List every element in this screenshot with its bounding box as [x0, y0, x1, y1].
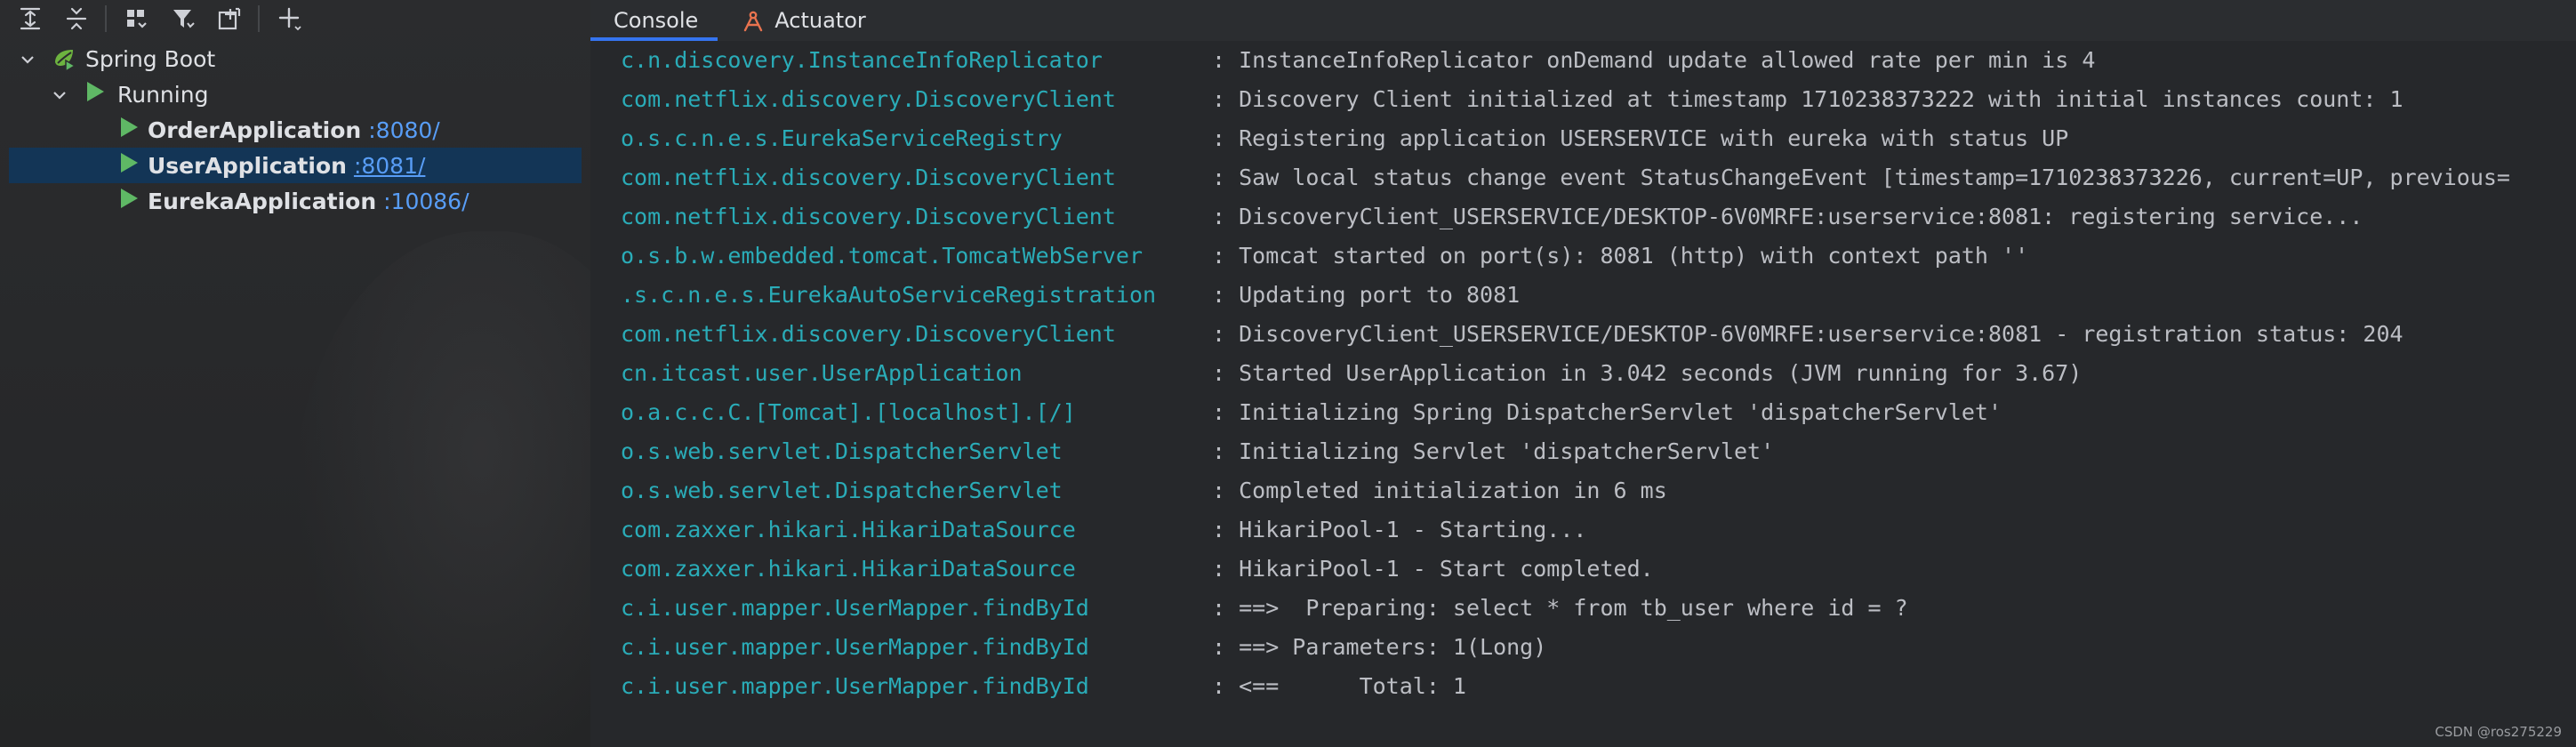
log-message: : Saw local status change event StatusCh…: [1212, 165, 2510, 190]
log-line: o.s.web.servlet.DispatcherServlet : Initi…: [621, 432, 2576, 471]
toolbar-separator: [105, 5, 107, 32]
tree-node-running[interactable]: Running: [0, 76, 590, 112]
log-logger: c.i.user.mapper.UserMapper.findById: [621, 673, 1089, 699]
log-message: : Tomcat started on port(s): 8081 (http)…: [1212, 243, 2029, 269]
run-icon: [119, 188, 139, 214]
tab-label: Actuator: [774, 8, 866, 33]
tree-node-order-application[interactable]: OrderApplication :8080/: [0, 112, 590, 148]
log-logger: com.zaxxer.hikari.HikariDataSource: [621, 556, 1076, 582]
tab-label: Console: [614, 8, 699, 33]
log-logger: com.netflix.discovery.DiscoveryClient: [621, 204, 1116, 229]
new-tab-icon: [218, 7, 241, 30]
toolbar-separator: [258, 5, 260, 32]
add-icon: [278, 7, 301, 31]
background-figure: [293, 231, 590, 747]
filter-icon: [173, 10, 195, 28]
collapse-all-button[interactable]: [60, 3, 92, 35]
console-output[interactable]: c.n.discovery.InstanceInfoReplicator : In…: [590, 41, 2576, 747]
log-logger: o.a.c.c.C.[Tomcat].[localhost].[/]: [621, 399, 1076, 425]
app-port-link[interactable]: :8081/: [354, 153, 425, 179]
log-message: : ==> Parameters: 1(Long): [1212, 634, 1547, 660]
app-port-link[interactable]: :10086/: [383, 189, 469, 214]
services-panel: Spring Boot Running OrderApplication :80…: [0, 0, 590, 747]
log-logger: o.s.c.n.e.s.EurekaServiceRegistry: [621, 125, 1063, 151]
app-name: UserApplication: [148, 152, 347, 179]
filter-button[interactable]: [167, 3, 199, 35]
watermark: CSDN @ros275229: [2435, 724, 2562, 740]
log-line: com.zaxxer.hikari.HikariDataSource : Hika…: [621, 510, 2576, 550]
add-service-button[interactable]: [274, 3, 306, 35]
tree-node-spring-boot[interactable]: Spring Boot: [0, 41, 590, 76]
tree-label-running: Running: [117, 81, 209, 108]
log-logger: c.i.user.mapper.UserMapper.findById: [621, 634, 1089, 660]
log-logger: c.n.discovery.InstanceInfoReplicator: [621, 47, 1103, 73]
services-tree: Spring Boot Running OrderApplication :80…: [0, 41, 590, 219]
log-message: : Initializing Spring DispatcherServlet …: [1212, 399, 2002, 425]
log-line: c.i.user.mapper.UserMapper.findById : <==…: [621, 667, 2576, 706]
run-icon: [119, 152, 139, 179]
app-name: OrderApplication: [148, 116, 362, 143]
log-line: com.netflix.discovery.DiscoveryClient : D…: [621, 80, 2576, 119]
log-message: : DiscoveryClient_USERSERVICE/DESKTOP-6V…: [1212, 321, 2403, 347]
log-line: com.netflix.discovery.DiscoveryClient : D…: [621, 197, 2576, 237]
log-logger: com.netflix.discovery.DiscoveryClient: [621, 86, 1116, 112]
log-line: .s.c.n.e.s.EurekaAutoServiceRegistration…: [621, 276, 2576, 315]
log-logger: com.netflix.discovery.DiscoveryClient: [621, 321, 1116, 347]
tree-node-eureka-application[interactable]: EurekaApplication :10086/: [0, 183, 590, 219]
services-toolbar: [0, 0, 590, 37]
log-message: : Started UserApplication in 3.042 secon…: [1212, 360, 2082, 386]
log-line: cn.itcast.user.UserApplication : Started …: [621, 354, 2576, 393]
log-logger: o.s.web.servlet.DispatcherServlet: [621, 478, 1063, 503]
log-message: : Completed initialization in 6 ms: [1212, 478, 1667, 503]
log-logger: com.zaxxer.hikari.HikariDataSource: [621, 517, 1076, 542]
collapse-all-icon: [66, 7, 87, 30]
log-logger: o.s.b.w.embedded.tomcat.TomcatWebServer: [621, 243, 1143, 269]
spring-boot-icon: [50, 44, 78, 73]
run-icon: [85, 81, 105, 108]
tab-bar: Console Actuator: [590, 0, 2576, 41]
log-message: : InstanceInfoReplicator onDemand update…: [1212, 47, 2096, 73]
log-message: : ==> Preparing: select * from tb_user w…: [1212, 595, 1908, 621]
log-message: : DiscoveryClient_USERSERVICE/DESKTOP-6V…: [1212, 204, 2363, 229]
log-logger: o.s.web.servlet.DispatcherServlet: [621, 438, 1063, 464]
chevron-down-icon[interactable]: [50, 84, 69, 104]
log-line: com.zaxxer.hikari.HikariDataSource : Hika…: [621, 550, 2576, 589]
app-name: EurekaApplication: [148, 188, 377, 214]
tab-console[interactable]: Console: [590, 0, 718, 41]
new-tab-button[interactable]: [213, 3, 245, 35]
expand-all-button[interactable]: [14, 3, 46, 35]
log-line: c.i.user.mapper.UserMapper.findById : ==>…: [621, 628, 2576, 667]
tab-actuator[interactable]: Actuator: [718, 0, 885, 41]
log-message: : Discovery Client initialized at timest…: [1212, 86, 2403, 112]
log-line: c.n.discovery.InstanceInfoReplicator : In…: [621, 41, 2576, 80]
expand-all-icon: [20, 7, 41, 30]
group-by-icon: [127, 10, 147, 28]
app-port-link[interactable]: :8080/: [368, 117, 439, 143]
tree-node-user-application[interactable]: UserApplication :8081/: [9, 148, 582, 183]
log-message: : Initializing Servlet 'dispatcherServle…: [1212, 438, 1775, 464]
log-logger: com.netflix.discovery.DiscoveryClient: [621, 165, 1116, 190]
log-line: c.i.user.mapper.UserMapper.findById : ==>…: [621, 589, 2576, 628]
group-by-button[interactable]: [121, 3, 153, 35]
log-line: o.s.b.w.embedded.tomcat.TomcatWebServer:…: [621, 237, 2576, 276]
log-message: : HikariPool-1 - Starting...: [1212, 517, 1587, 542]
console-panel: Console Actuator c.n.discovery.InstanceI…: [590, 0, 2576, 747]
chevron-down-icon[interactable]: [18, 49, 37, 68]
log-line: com.netflix.discovery.DiscoveryClient : S…: [621, 158, 2576, 197]
log-message: : Updating port to 8081: [1212, 282, 1521, 308]
log-line: o.a.c.c.C.[Tomcat].[localhost].[/] : Init…: [621, 393, 2576, 432]
run-icon: [119, 116, 139, 143]
log-logger: .s.c.n.e.s.EurekaAutoServiceRegistration: [621, 282, 1157, 308]
log-message: : HikariPool-1 - Start completed.: [1212, 556, 1654, 582]
log-message: : <== Total: 1: [1212, 673, 1466, 699]
log-line: o.s.web.servlet.DispatcherServlet : Compl…: [621, 471, 2576, 510]
log-message: : Registering application USERSERVICE wi…: [1212, 125, 2069, 151]
log-logger: c.i.user.mapper.UserMapper.findById: [621, 595, 1089, 621]
tree-label-spring-boot: Spring Boot: [85, 45, 216, 72]
log-line: o.s.c.n.e.s.EurekaServiceRegistry : Regis…: [621, 119, 2576, 158]
actuator-icon: [744, 11, 763, 32]
log-logger: cn.itcast.user.UserApplication: [621, 360, 1023, 386]
log-line: com.netflix.discovery.DiscoveryClient : D…: [621, 315, 2576, 354]
